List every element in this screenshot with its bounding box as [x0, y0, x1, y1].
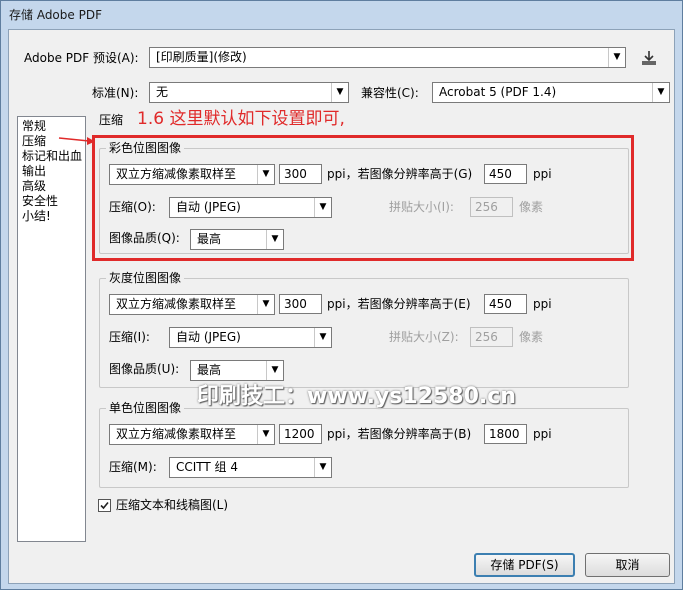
save-preset-icon[interactable] [639, 48, 659, 68]
mono-downsample-dropdown[interactable]: 双立方缩减像素取样至 ▼ [109, 424, 275, 445]
mono-threshold-input[interactable]: 1800 [484, 424, 527, 444]
save-pdf-button[interactable]: 存储 PDF(S) [474, 553, 575, 577]
compress-text-label: 压缩文本和线稿图(L) [116, 498, 229, 512]
chevron-down-icon: ▼ [266, 361, 283, 380]
color-compression-dropdown[interactable]: 自动 (JPEG) ▼ [169, 197, 332, 218]
chevron-down-icon: ▼ [314, 198, 331, 217]
color-tile-unit: 像素 [519, 200, 544, 214]
cancel-button[interactable]: 取消 [585, 553, 670, 577]
compat-label: 兼容性(C): [361, 86, 419, 100]
color-ppi-label: ppi，若图像分辨率高于(G) [327, 167, 473, 181]
standard-label: 标准(N): [92, 86, 139, 100]
gray-threshold-input[interactable]: 450 [484, 294, 527, 314]
gray-tile-input: 256 [470, 327, 513, 347]
color-ppi-label2: ppi [533, 167, 552, 181]
mono-downsample-value: 双立方缩减像素取样至 [116, 427, 237, 441]
color-compression-value: 自动 (JPEG) [176, 200, 241, 214]
sidebar-item-security[interactable]: 安全性 [22, 194, 81, 209]
color-downsample-value: 双立方缩减像素取样至 [116, 167, 237, 181]
gray-compression-value: 自动 (JPEG) [176, 330, 241, 344]
gray-quality-dropdown[interactable]: 最高 ▼ [190, 360, 284, 381]
gray-downsample-dropdown[interactable]: 双立方缩减像素取样至 ▼ [109, 294, 275, 315]
gray-quality-value: 最高 [197, 363, 222, 377]
red-arrow-icon [58, 137, 95, 145]
mono-group-title: 单色位图图像 [106, 400, 185, 416]
dialog-window: 存储 Adobe PDF Adobe PDF 预设(A): [印刷质量](修改)… [0, 0, 683, 590]
mono-compression-label: 压缩(M): [109, 460, 157, 474]
gray-ppi-label2: ppi [533, 297, 552, 311]
sidebar-list: 常规 压缩 标记和出血 输出 高级 安全性 小结! [17, 116, 86, 542]
mono-compression-value: CCITT 组 4 [176, 460, 239, 474]
chevron-down-icon: ▼ [266, 230, 283, 249]
preset-label: Adobe PDF 预设(A): [24, 51, 139, 65]
annotation-text: 1.6 这里默认如下设置即可, [137, 109, 345, 129]
chevron-down-icon: ▼ [652, 83, 669, 102]
color-group-title: 彩色位图图像 [106, 140, 185, 156]
sidebar-item-marks-bleeds[interactable]: 标记和出血 [22, 149, 82, 164]
color-threshold-input[interactable]: 450 [484, 164, 527, 184]
color-quality-dropdown[interactable]: 最高 ▼ [190, 229, 284, 250]
gray-tile-label: 拼贴大小(Z): [389, 330, 459, 344]
gray-tile-unit: 像素 [519, 330, 544, 344]
compress-text-checkbox[interactable] [98, 499, 111, 512]
color-tile-label: 拼贴大小(I): [389, 200, 454, 214]
chevron-down-icon: ▼ [314, 458, 331, 477]
standard-dropdown[interactable]: 无 ▼ [149, 82, 349, 103]
section-title: 压缩 [99, 113, 124, 127]
chevron-down-icon: ▼ [257, 295, 274, 314]
sidebar-item-general[interactable]: 常规 [22, 119, 81, 134]
dialog-client: Adobe PDF 预设(A): [印刷质量](修改) ▼ 标准(N): 无 ▼… [8, 29, 675, 584]
mono-compression-dropdown[interactable]: CCITT 组 4 ▼ [169, 457, 332, 478]
mono-ppi-label: ppi，若图像分辨率高于(B) [327, 427, 472, 441]
sidebar-item-output[interactable]: 输出 [22, 164, 81, 179]
chevron-down-icon: ▼ [257, 165, 274, 184]
gray-downsample-value: 双立方缩减像素取样至 [116, 297, 237, 311]
mono-ppi-label2: ppi [533, 427, 552, 441]
gray-ppi-input[interactable]: 300 [279, 294, 322, 314]
preset-value: [印刷质量](修改) [156, 50, 247, 64]
preset-dropdown[interactable]: [印刷质量](修改) ▼ [149, 47, 626, 68]
gray-quality-label: 图像品质(U): [109, 362, 180, 376]
checkmark-icon [100, 501, 109, 510]
chevron-down-icon: ▼ [608, 48, 625, 67]
color-compression-label: 压缩(O): [109, 200, 156, 214]
gray-group-title: 灰度位图图像 [106, 270, 185, 286]
color-downsample-dropdown[interactable]: 双立方缩减像素取样至 ▼ [109, 164, 275, 185]
gray-ppi-label: ppi，若图像分辨率高于(E) [327, 297, 471, 311]
gray-compression-label: 压缩(I): [109, 330, 150, 344]
chevron-down-icon: ▼ [314, 328, 331, 347]
mono-ppi-input[interactable]: 1200 [279, 424, 322, 444]
compat-value: Acrobat 5 (PDF 1.4) [439, 85, 557, 99]
color-quality-label: 图像品质(Q): [109, 231, 180, 245]
color-tile-input: 256 [470, 197, 513, 217]
standard-value: 无 [156, 85, 169, 99]
chevron-down-icon: ▼ [257, 425, 274, 444]
chevron-down-icon: ▼ [331, 83, 348, 102]
sidebar-item-advanced[interactable]: 高级 [22, 179, 81, 194]
sidebar-item-summary[interactable]: 小结! [22, 209, 81, 224]
gray-compression-dropdown[interactable]: 自动 (JPEG) ▼ [169, 327, 332, 348]
compat-dropdown[interactable]: Acrobat 5 (PDF 1.4) ▼ [432, 82, 670, 103]
color-ppi-input[interactable]: 300 [279, 164, 322, 184]
color-quality-value: 最高 [197, 232, 222, 246]
window-title: 存储 Adobe PDF [9, 8, 102, 22]
